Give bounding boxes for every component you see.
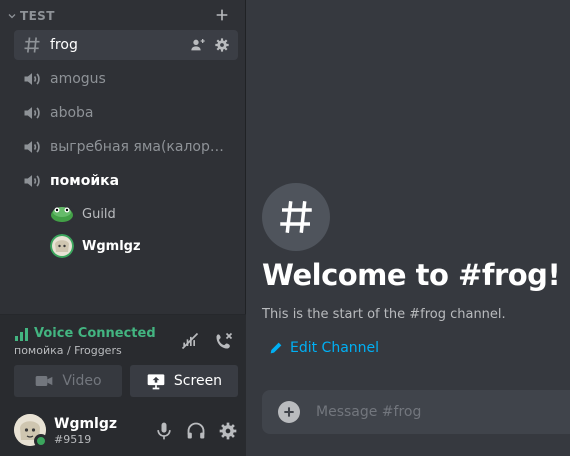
channel-hashtag-badge bbox=[262, 183, 330, 251]
noise-suppression-icon[interactable] bbox=[180, 331, 200, 351]
voice-user-name: Wgmlgz bbox=[82, 238, 141, 254]
speaker-icon bbox=[24, 73, 40, 85]
online-status-indicator bbox=[34, 434, 48, 448]
chevron-down-icon bbox=[8, 14, 16, 19]
voice-status[interactable]: Voice Connected bbox=[14, 326, 156, 341]
voice-user-name: Guild bbox=[82, 206, 116, 222]
screen-share-icon bbox=[147, 374, 165, 390]
gear-icon[interactable] bbox=[218, 421, 238, 441]
voice-connection-panel: Voice Connected помойка / Froggers Video… bbox=[0, 314, 246, 406]
pencil-icon bbox=[270, 342, 282, 354]
headphones-icon[interactable] bbox=[186, 421, 206, 441]
plus-icon[interactable] bbox=[214, 7, 230, 23]
voice-user-guild[interactable]: Guild bbox=[50, 201, 116, 227]
message-input[interactable] bbox=[316, 404, 546, 420]
voice-status-label: Voice Connected bbox=[34, 326, 156, 341]
channel-frog[interactable]: frog bbox=[14, 30, 238, 60]
disconnect-icon[interactable] bbox=[214, 331, 234, 351]
welcome-subtitle: This is the start of the #frog channel. bbox=[262, 307, 506, 322]
speaker-icon bbox=[24, 141, 40, 153]
gear-icon[interactable] bbox=[214, 37, 230, 53]
microphone-icon[interactable] bbox=[154, 421, 174, 441]
channel-pomoyka[interactable]: помойка bbox=[14, 166, 238, 196]
voice-user-wgmlgz[interactable]: Wgmlgz bbox=[50, 233, 141, 259]
voice-location[interactable]: помойка / Froggers bbox=[14, 344, 122, 357]
channel-name: выгребная яма(калора... bbox=[50, 139, 230, 155]
edit-channel-link[interactable]: Edit Channel bbox=[268, 340, 379, 356]
avatar bbox=[50, 234, 74, 258]
create-invite-icon[interactable] bbox=[190, 37, 206, 53]
video-button[interactable]: Video bbox=[14, 365, 122, 397]
screen-share-button[interactable]: Screen bbox=[130, 365, 238, 397]
speaker-icon bbox=[24, 107, 40, 119]
category-label: TEST bbox=[20, 9, 55, 23]
welcome-title: Welcome to #frog! bbox=[262, 258, 561, 292]
attach-button[interactable] bbox=[278, 401, 300, 423]
category-header[interactable]: TEST bbox=[6, 6, 238, 26]
speaker-icon bbox=[24, 175, 40, 187]
channel-vygrebnaya-yama[interactable]: выгребная яма(калора... bbox=[14, 132, 238, 162]
hashtag-icon bbox=[280, 201, 312, 233]
user-panel: Wgmlgz #9519 bbox=[0, 406, 246, 456]
edit-channel-label: Edit Channel bbox=[290, 340, 380, 356]
signal-icon bbox=[15, 327, 28, 341]
channel-name: помойка bbox=[50, 173, 120, 189]
channel-aboba[interactable]: aboba bbox=[14, 98, 238, 128]
avatar bbox=[50, 202, 74, 226]
channel-name: amogus bbox=[50, 71, 106, 87]
camera-icon bbox=[36, 376, 53, 386]
screen-label: Screen bbox=[173, 373, 223, 389]
channel-amogus[interactable]: amogus bbox=[14, 64, 238, 94]
video-label: Video bbox=[62, 373, 102, 389]
channel-name: frog bbox=[50, 37, 78, 53]
chat-area: Welcome to #frog! This is the start of t… bbox=[246, 0, 570, 456]
username: Wgmlgz bbox=[54, 416, 118, 432]
message-composer bbox=[262, 390, 570, 434]
channel-name: aboba bbox=[50, 105, 94, 121]
plus-icon bbox=[284, 407, 294, 417]
user-tag: #9519 bbox=[54, 433, 92, 446]
hashtag-icon bbox=[24, 37, 40, 53]
